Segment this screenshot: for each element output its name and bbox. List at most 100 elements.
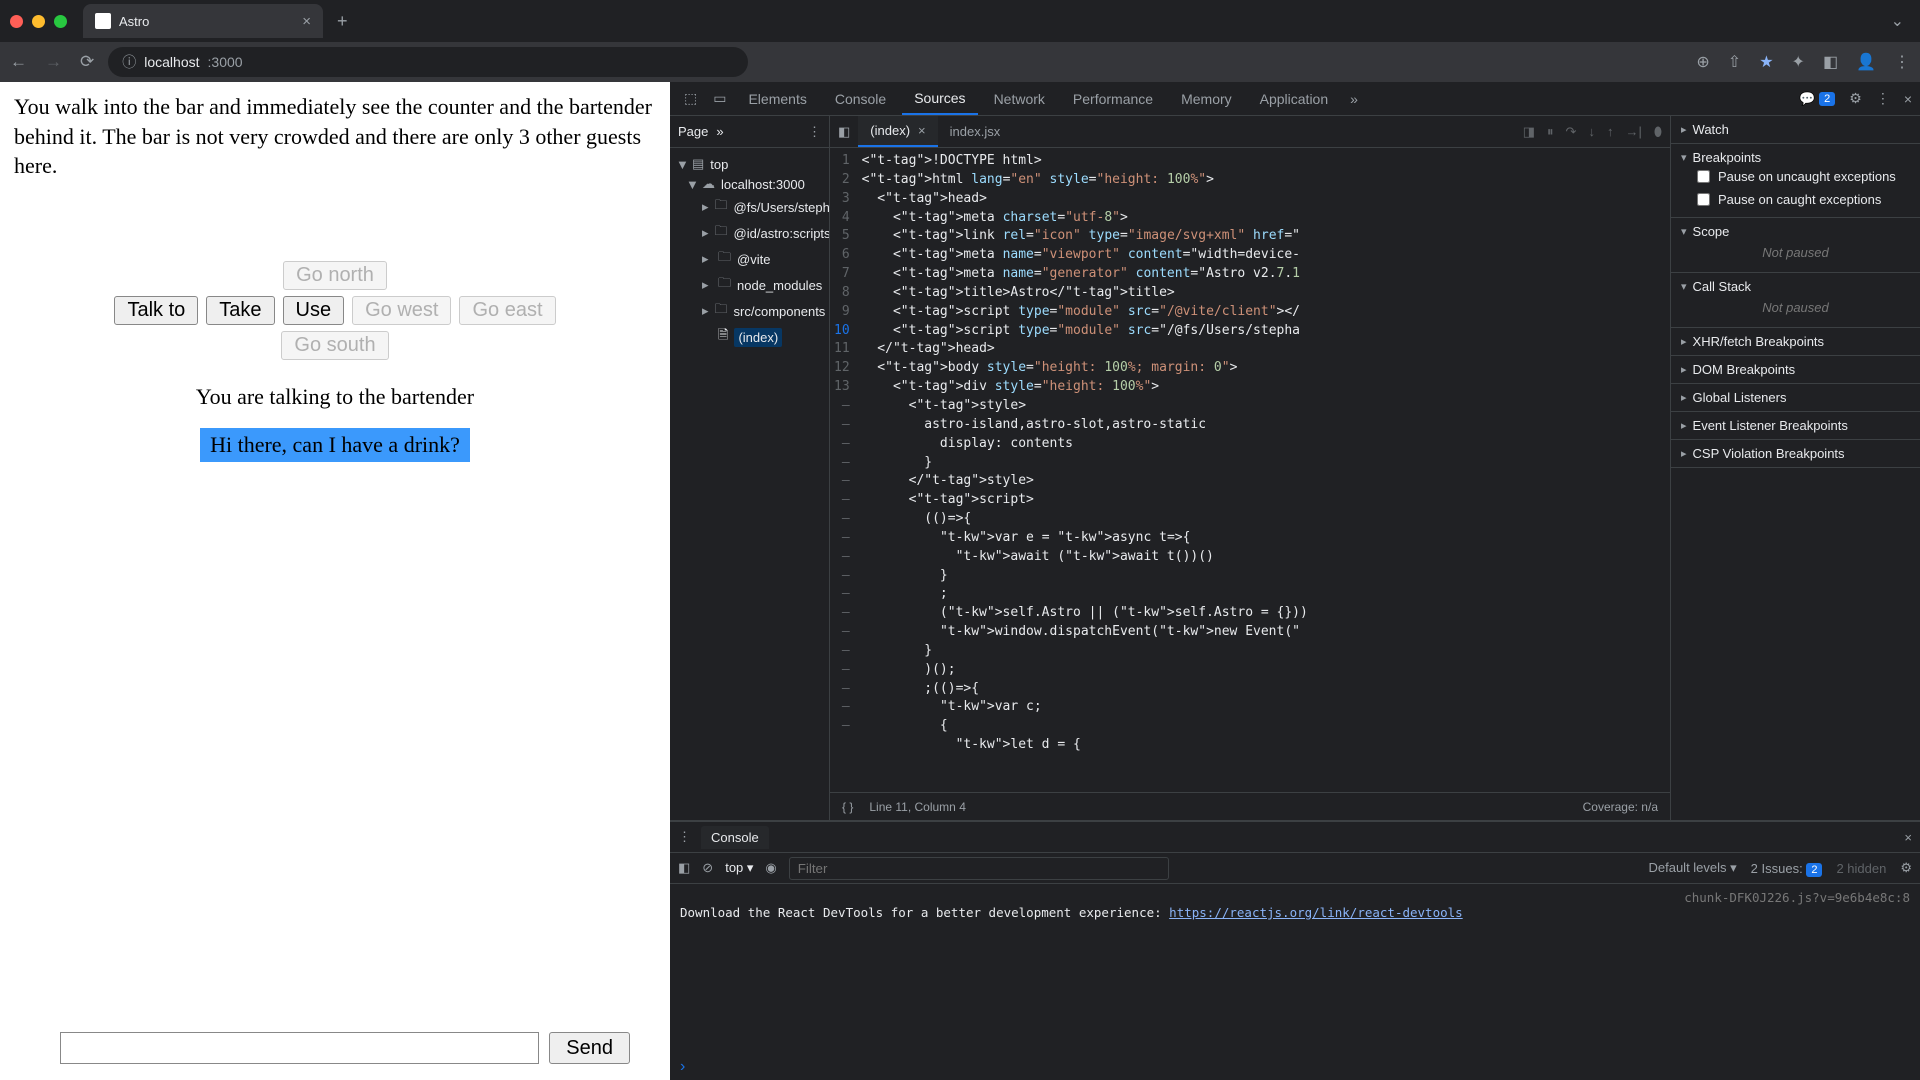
editor-tab-indexjsx[interactable]: index.jsx	[938, 116, 1013, 147]
console-drawer: ⋮ Console × ◧ ⊘ top ▾ ◉ Default levels ▾…	[670, 820, 1920, 1080]
tab-sources[interactable]: Sources	[902, 82, 977, 115]
tab-memory[interactable]: Memory	[1169, 82, 1244, 115]
tree-top[interactable]: top	[710, 157, 728, 172]
step-icon[interactable]: →|	[1625, 124, 1641, 140]
editor-tab-index[interactable]: (index)×	[858, 116, 937, 147]
send-button[interactable]: Send	[549, 1032, 630, 1064]
console-tab[interactable]: Console	[701, 826, 769, 849]
step-into-icon[interactable]: ↓	[1588, 124, 1595, 140]
settings-icon[interactable]: ⚙	[1849, 90, 1862, 107]
close-devtools-icon[interactable]: ×	[1904, 91, 1912, 107]
section-csp[interactable]: CSP Violation Breakpoints	[1693, 446, 1845, 461]
section-scope[interactable]: Scope	[1693, 224, 1730, 239]
section-breakpoints[interactable]: Breakpoints	[1693, 150, 1762, 165]
back-icon[interactable]: ←	[10, 52, 27, 72]
browser-tab[interactable]: Astro ×	[83, 4, 323, 38]
line-gutter[interactable]: 12345678910111213––––––––––––––––––	[830, 148, 858, 792]
tab-performance[interactable]: Performance	[1061, 82, 1165, 115]
console-settings-icon[interactable]: ⚙	[1900, 860, 1912, 876]
extensions-icon[interactable]: ✦	[1792, 52, 1805, 72]
tab-application[interactable]: Application	[1248, 82, 1341, 115]
section-watch[interactable]: Watch	[1693, 122, 1729, 137]
tree-folder[interactable]: @vite	[737, 252, 770, 267]
pause-caught-checkbox[interactable]: Pause on caught exceptions	[1681, 188, 1910, 211]
console-menu-icon[interactable]: ⋮	[678, 829, 691, 845]
console-sidebar-icon[interactable]: ◧	[678, 860, 690, 876]
navigator-more-icon[interactable]: »	[716, 124, 723, 139]
device-toggle-icon[interactable]: ▭	[707, 90, 732, 107]
url-port: :3000	[208, 54, 243, 70]
address-bar[interactable]: ⓘ localhost:3000	[108, 47, 748, 77]
navigator-menu-icon[interactable]: ⋮	[808, 124, 821, 140]
console-output[interactable]: chunk-DFK0J226.js?v=9e6b4e8c:8 Download …	[670, 884, 1920, 1054]
debugger-sidebar: ▸Watch ▾Breakpoints Pause on uncaught ex…	[1670, 116, 1920, 820]
inspect-icon[interactable]: ⬚	[678, 90, 703, 107]
dialog-option[interactable]: Hi there, can I have a drink?	[200, 428, 470, 462]
reload-icon[interactable]: ⟳	[80, 52, 94, 72]
menu-icon[interactable]: ⋮	[1894, 52, 1910, 72]
live-expression-icon[interactable]: ◉	[765, 860, 776, 876]
section-xhr[interactable]: XHR/fetch Breakpoints	[1693, 334, 1825, 349]
bookmark-icon[interactable]: ★	[1759, 52, 1773, 72]
pause-uncaught-checkbox[interactable]: Pause on uncaught exceptions	[1681, 165, 1910, 188]
tree-folder[interactable]: src/components	[734, 304, 826, 319]
clear-console-icon[interactable]: ⊘	[702, 860, 713, 876]
tab-console[interactable]: Console	[823, 82, 898, 115]
toggle-navigator-icon[interactable]: ◧	[830, 124, 858, 140]
console-context[interactable]: top ▾	[725, 860, 753, 876]
go-north-button[interactable]: Go north	[283, 261, 387, 290]
tree-folder[interactable]: node_modules	[737, 278, 822, 293]
go-south-button[interactable]: Go south	[281, 331, 388, 360]
console-prompt[interactable]: ›	[670, 1054, 1920, 1080]
zoom-icon[interactable]: ⊕	[1696, 52, 1709, 72]
new-tab-button[interactable]: +	[323, 11, 362, 32]
more-tabs-icon[interactable]: »	[1344, 91, 1364, 107]
tree-host[interactable]: localhost:3000	[721, 177, 805, 192]
use-button[interactable]: Use	[283, 296, 345, 325]
talk-to-button[interactable]: Talk to	[114, 296, 198, 325]
tree-folder[interactable]: @id/astro:scripts	[734, 226, 829, 241]
profile-icon[interactable]: 👤	[1856, 52, 1876, 72]
take-button[interactable]: Take	[206, 296, 274, 325]
command-input[interactable]	[60, 1032, 539, 1064]
maximize-window-icon[interactable]	[54, 15, 67, 28]
section-dom[interactable]: DOM Breakpoints	[1693, 362, 1796, 377]
tab-elements[interactable]: Elements	[736, 82, 818, 115]
go-west-button[interactable]: Go west	[352, 296, 451, 325]
share-icon[interactable]: ⇧	[1728, 52, 1741, 72]
step-out-icon[interactable]: ↑	[1607, 124, 1614, 140]
log-levels-dropdown[interactable]: Default levels ▾	[1648, 860, 1736, 876]
site-info-icon[interactable]: ⓘ	[122, 52, 136, 72]
console-source[interactable]: chunk-DFK0J226.js?v=9e6b4e8c:8	[1684, 890, 1910, 905]
format-icon[interactable]: { }	[842, 800, 853, 814]
close-drawer-icon[interactable]: ×	[1904, 830, 1912, 845]
go-east-button[interactable]: Go east	[459, 296, 555, 325]
navigator-tab-page[interactable]: Page	[678, 124, 708, 139]
toggle-sidebar-icon[interactable]: ◨	[1523, 124, 1535, 140]
forward-icon[interactable]: →	[45, 52, 62, 72]
tabbar-dropdown-icon[interactable]: ⌄	[1891, 11, 1920, 31]
close-window-icon[interactable]	[10, 15, 23, 28]
pause-icon[interactable]: ⏸	[1547, 124, 1554, 140]
minimize-window-icon[interactable]	[32, 15, 45, 28]
section-event[interactable]: Event Listener Breakpoints	[1693, 418, 1848, 433]
close-tab-icon[interactable]: ×	[302, 13, 311, 30]
cursor-position: Line 11, Column 4	[869, 800, 966, 814]
console-link[interactable]: https://reactjs.org/link/react-devtools	[1169, 905, 1463, 920]
step-over-icon[interactable]: ↷	[1566, 124, 1577, 140]
console-filter-input[interactable]	[789, 857, 1169, 880]
file-tree[interactable]: ▼▤top ▼☁localhost:3000 ▸🗀@fs/Users/steph…	[670, 148, 829, 820]
tree-folder[interactable]: @fs/Users/stepha	[734, 200, 829, 215]
issues-indicator[interactable]: 💬2	[1799, 91, 1835, 107]
console-issues[interactable]: 2 Issues: 2	[1751, 861, 1823, 876]
devtools-menu-icon[interactable]: ⋮	[1876, 90, 1890, 107]
code-content[interactable]: <"t-tag">!DOCTYPE html> <"t-tag">html la…	[858, 148, 1670, 792]
tree-file-index[interactable]: (index)	[734, 328, 782, 347]
deactivate-breakpoints-icon[interactable]: ⬮	[1654, 124, 1662, 140]
scope-not-paused: Not paused	[1681, 239, 1910, 266]
sidepanel-icon[interactable]: ◧	[1823, 52, 1838, 72]
section-global[interactable]: Global Listeners	[1693, 390, 1787, 405]
tab-network[interactable]: Network	[982, 82, 1057, 115]
section-callstack[interactable]: Call Stack	[1693, 279, 1752, 294]
close-editor-tab-icon[interactable]: ×	[918, 123, 926, 138]
